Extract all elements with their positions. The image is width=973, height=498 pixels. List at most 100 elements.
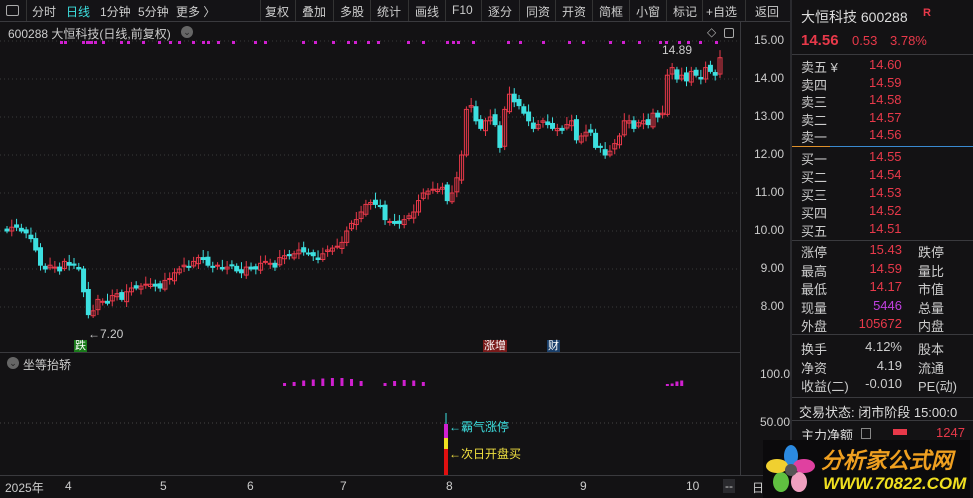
signal-dot bbox=[94, 41, 97, 44]
signal-dot bbox=[254, 41, 257, 44]
candle-body bbox=[712, 72, 718, 76]
candle-body bbox=[119, 292, 125, 300]
r-badge: R bbox=[923, 7, 931, 19]
candle-body bbox=[693, 69, 699, 76]
candle-body bbox=[631, 120, 637, 129]
y-tick-label: 11.00 bbox=[754, 185, 784, 199]
kline-chart[interactable]: 600288 大恒科技(日线,前复权) ⌄ ◇ ←7.20 14.89 跌 涨增… bbox=[0, 22, 740, 353]
candle-body bbox=[473, 106, 479, 122]
signal-dot bbox=[507, 41, 510, 44]
toolbar-button[interactable]: 复权 bbox=[265, 3, 289, 20]
signal-dot bbox=[367, 41, 370, 44]
tab-intraday[interactable]: 分时 bbox=[32, 3, 56, 20]
bid-price[interactable]: 14.53 bbox=[869, 185, 902, 200]
toolbar-button[interactable]: 逐分 bbox=[488, 3, 512, 20]
bid-price[interactable]: 14.52 bbox=[869, 203, 902, 218]
signal-dot bbox=[699, 41, 702, 44]
toolbar-button[interactable]: 画线 bbox=[415, 3, 439, 20]
toolbar-button[interactable]: 简框 bbox=[599, 3, 623, 20]
candle-body bbox=[76, 266, 82, 270]
signal-dot bbox=[314, 41, 317, 44]
signal-bar bbox=[350, 379, 354, 386]
signal-bar bbox=[330, 378, 334, 386]
bid-label: 买四 bbox=[801, 206, 828, 221]
candle-body bbox=[133, 285, 139, 289]
ask-price[interactable]: 14.59 bbox=[869, 75, 902, 90]
candle-body bbox=[33, 238, 39, 251]
watermark-title: 分析家公式网 bbox=[821, 448, 954, 473]
candle-body bbox=[157, 283, 163, 289]
candle-body bbox=[674, 69, 680, 80]
toolbar-button[interactable]: 多股 bbox=[340, 3, 364, 20]
signal-dot bbox=[64, 41, 67, 44]
tab-more[interactable]: 更多 〉 bbox=[176, 3, 215, 20]
bid-price[interactable]: 14.54 bbox=[869, 167, 902, 182]
toolbar-button[interactable]: F10 bbox=[452, 3, 473, 17]
last-price: 14.56 bbox=[801, 32, 839, 49]
fund-label: 净资 bbox=[801, 360, 828, 376]
toolbar-button[interactable]: 小窗 bbox=[636, 3, 660, 20]
signal-label-buy: ←次日开盘买 bbox=[449, 447, 522, 461]
tab-5min[interactable]: 5分钟 bbox=[138, 3, 169, 20]
toolbar-button[interactable]: +自选 bbox=[706, 3, 737, 20]
y-tick-label: 15.00 bbox=[753, 33, 784, 47]
panel-toggle-icon[interactable] bbox=[6, 5, 19, 16]
bid-label: 买二 bbox=[801, 170, 828, 185]
price-pct: 3.78% bbox=[890, 33, 927, 48]
candle-body bbox=[377, 205, 383, 208]
signal-dot bbox=[519, 41, 522, 44]
candle-body bbox=[143, 283, 149, 286]
candle-body bbox=[387, 221, 393, 223]
toolbar-button[interactable]: 同资 bbox=[526, 3, 550, 20]
candle-body bbox=[219, 266, 225, 270]
candle-body bbox=[4, 228, 10, 232]
list-icon[interactable] bbox=[861, 428, 871, 439]
trade-status: 交易状态: 闭市阶段 15:00:0 bbox=[799, 405, 958, 420]
fund-label: 股本 bbox=[918, 342, 945, 357]
ask-price[interactable]: 14.56 bbox=[869, 127, 902, 142]
signal-bar bbox=[383, 383, 387, 386]
tab-daily[interactable]: 日线 bbox=[66, 3, 90, 20]
toolbar-button[interactable]: 标记 bbox=[673, 3, 697, 20]
signal-bar bbox=[311, 379, 315, 386]
signal-dot bbox=[142, 41, 145, 44]
toolbar-button[interactable]: 叠加 bbox=[302, 3, 326, 20]
y-tick-label: 14.00 bbox=[753, 71, 784, 85]
y-tick-label: 12.00 bbox=[753, 147, 784, 161]
signal-segment bbox=[444, 424, 448, 438]
bid-price[interactable]: 14.51 bbox=[869, 221, 902, 236]
candle-body bbox=[530, 122, 536, 129]
bid-price[interactable]: 14.55 bbox=[869, 149, 902, 164]
signal-segment bbox=[444, 449, 448, 475]
candle-body bbox=[229, 264, 235, 267]
stat-label: 最高 bbox=[801, 263, 828, 279]
signal-dot bbox=[638, 41, 641, 44]
ask-price[interactable]: 14.58 bbox=[869, 92, 902, 107]
signal-dot bbox=[90, 41, 93, 44]
signal-dot bbox=[217, 41, 220, 44]
candle-body bbox=[215, 264, 221, 267]
ask-price[interactable]: 14.60 bbox=[869, 57, 902, 72]
time-axis: 2025年 4 5 6 7 8 9 10 -- 日 bbox=[0, 475, 790, 498]
candle-body bbox=[492, 114, 498, 126]
x-label: -- bbox=[723, 479, 735, 493]
candle-body bbox=[200, 257, 206, 261]
toolbar-button[interactable]: 开资 bbox=[562, 3, 586, 20]
stat-label: 内盘 bbox=[918, 319, 945, 334]
tab-1min[interactable]: 1分钟 bbox=[100, 3, 131, 20]
candle-body bbox=[655, 112, 661, 118]
signal-dot bbox=[715, 41, 718, 44]
y-tick-label: 13.00 bbox=[753, 109, 784, 123]
candle-body bbox=[315, 257, 321, 260]
candle-body bbox=[550, 122, 556, 129]
candle-body bbox=[597, 145, 603, 148]
toolbar-button[interactable]: 返回 bbox=[755, 3, 779, 20]
ask-price[interactable]: 14.57 bbox=[869, 110, 902, 125]
candle-body bbox=[516, 99, 522, 107]
signal-dot bbox=[452, 41, 455, 44]
signal-dot bbox=[542, 41, 545, 44]
candle-body bbox=[14, 224, 20, 228]
toolbar-button[interactable]: 统计 bbox=[377, 3, 401, 20]
candlestick-plot bbox=[0, 40, 740, 319]
fund-value: 4.12% bbox=[865, 339, 902, 354]
